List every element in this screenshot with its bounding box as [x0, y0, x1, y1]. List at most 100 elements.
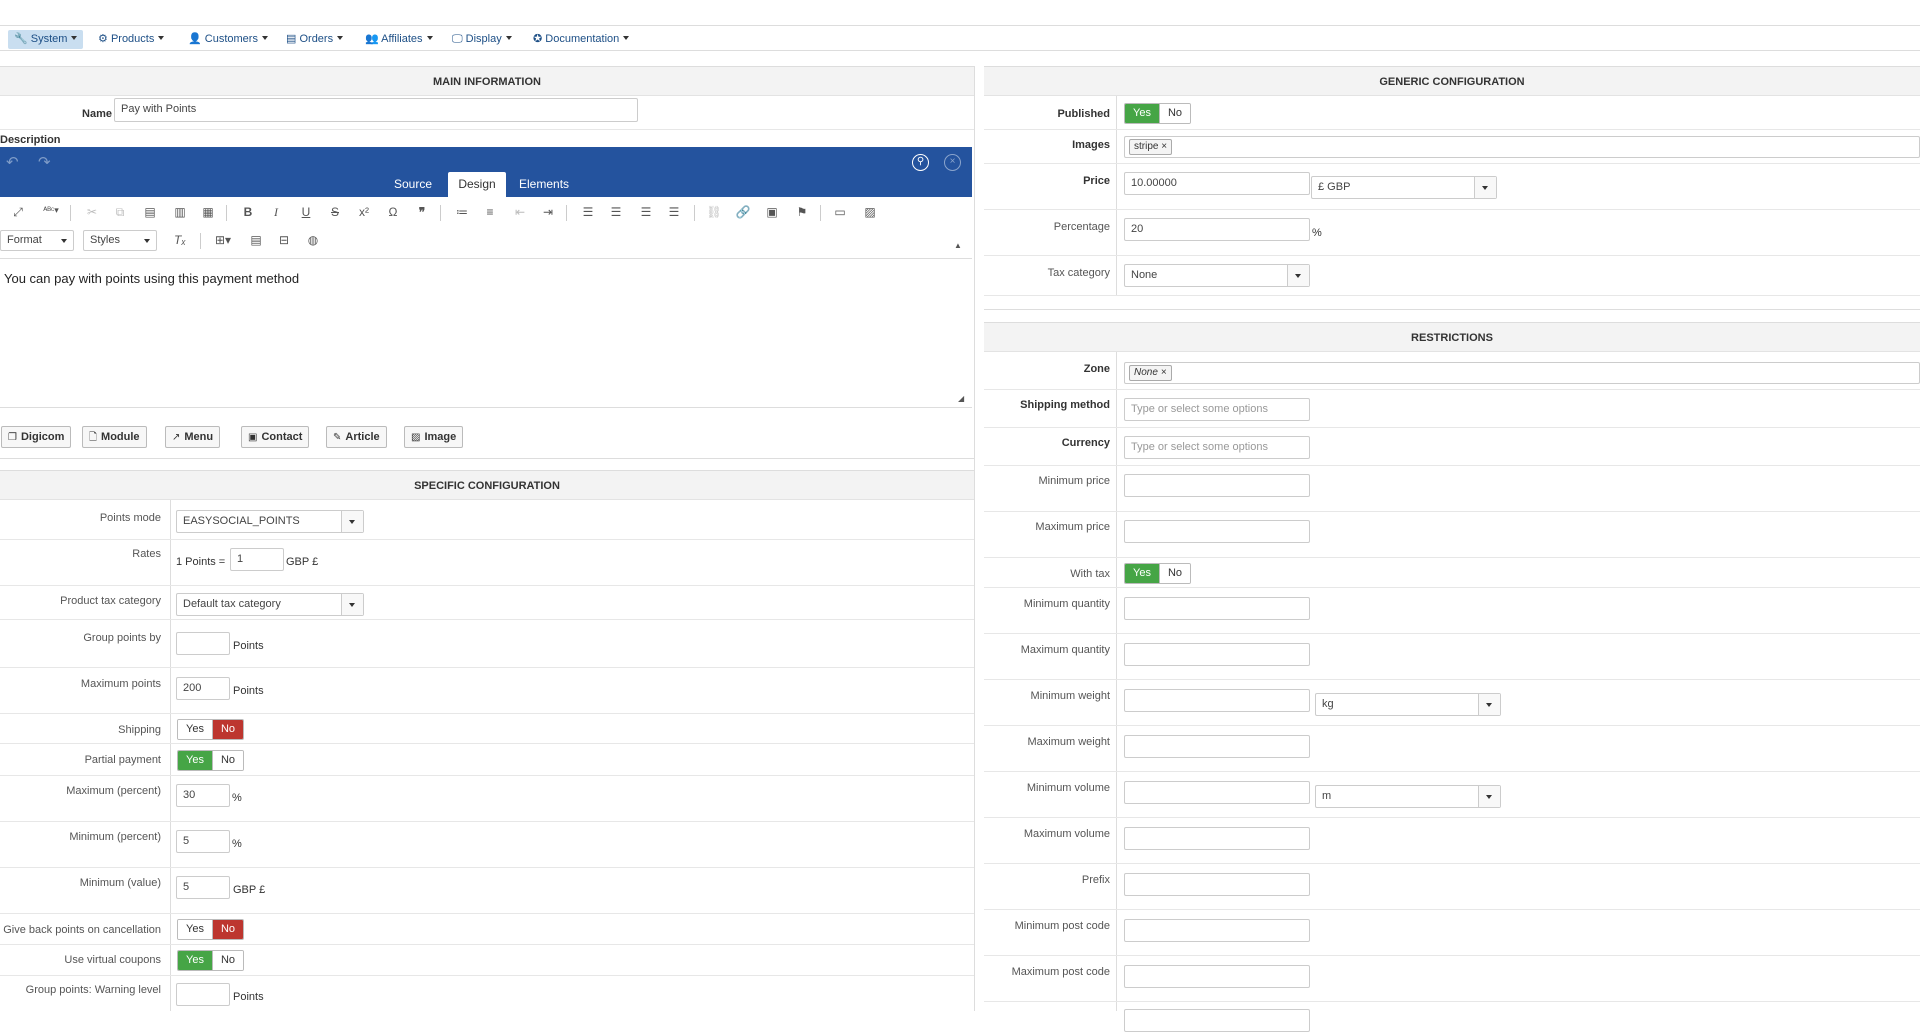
paste-text-icon[interactable]: ▥: [172, 205, 188, 219]
editor-content[interactable]: You can pay with points using this payme…: [0, 260, 972, 408]
superscript-icon[interactable]: x²: [356, 205, 372, 219]
paste-icon[interactable]: ▤: [142, 205, 158, 219]
fullscreen-icon[interactable]: ⤢: [10, 205, 26, 220]
give-back-no[interactable]: No: [211, 920, 244, 939]
media-icon[interactable]: ▭: [832, 205, 848, 219]
shipping-no[interactable]: No: [211, 720, 244, 739]
zone-input[interactable]: [1124, 362, 1920, 384]
horizontal-rule-icon[interactable]: ▤: [248, 233, 264, 247]
format-dropdown[interactable]: Format: [0, 230, 74, 251]
bold-icon[interactable]: B: [240, 205, 256, 219]
price-input[interactable]: 10.00000: [1124, 172, 1310, 195]
align-left-icon[interactable]: ☰: [580, 205, 596, 219]
ordered-list-icon[interactable]: ≔: [454, 205, 470, 219]
with-tax-toggle[interactable]: Yes No: [1124, 563, 1192, 584]
menu-system[interactable]: 🔧 System: [8, 30, 84, 49]
special-char-icon[interactable]: Ω: [385, 205, 401, 219]
picture-icon[interactable]: ▨: [862, 205, 878, 219]
warning-level-input[interactable]: [176, 983, 230, 1006]
product-tax-select[interactable]: Default tax category: [176, 593, 364, 616]
undo-icon[interactable]: ↶: [6, 153, 19, 171]
partial-no[interactable]: No: [211, 751, 244, 770]
points-mode-select[interactable]: EASYSOCIAL_POINTS: [176, 510, 364, 533]
images-input[interactable]: [1124, 136, 1920, 158]
unlink-icon[interactable]: ⛓: [706, 205, 722, 219]
partial-payment-toggle[interactable]: Yes No: [177, 750, 245, 771]
min-quantity-input[interactable]: [1124, 597, 1310, 620]
tab-source[interactable]: Source: [394, 177, 432, 191]
min-volume-input[interactable]: [1124, 781, 1310, 804]
collapse-icon[interactable]: ▲: [954, 241, 962, 250]
contact-button[interactable]: ▣ Contact: [241, 426, 310, 448]
max-post-code-input[interactable]: [1124, 965, 1310, 988]
clear-format-icon[interactable]: Tₓ: [172, 233, 188, 247]
min-value-input[interactable]: 5: [176, 876, 230, 899]
underline-icon[interactable]: U: [298, 205, 314, 219]
remove-zone-tag-icon[interactable]: ×: [1161, 367, 1167, 378]
cut-icon[interactable]: ✂: [84, 205, 100, 219]
italic-icon[interactable]: I: [268, 205, 284, 220]
copy-icon[interactable]: ⧉: [112, 205, 128, 220]
min-weight-input[interactable]: [1124, 689, 1310, 712]
max-weight-input[interactable]: [1124, 735, 1310, 758]
virtual-coupons-no[interactable]: No: [211, 951, 244, 970]
blockquote-icon[interactable]: ❞: [414, 205, 430, 219]
percentage-input[interactable]: 20: [1124, 218, 1310, 241]
max-volume-input[interactable]: [1124, 827, 1310, 850]
align-center-icon[interactable]: ☰: [608, 205, 624, 219]
table-icon[interactable]: ⊞▾: [212, 233, 234, 247]
shipping-toggle[interactable]: Yes No: [177, 719, 245, 740]
menu-orders[interactable]: ▤ Orders: [280, 30, 349, 49]
indent-icon[interactable]: ⇥: [540, 205, 556, 219]
styles-dropdown[interactable]: Styles: [83, 230, 157, 251]
weight-unit-select[interactable]: kg: [1315, 693, 1501, 716]
group-points-input[interactable]: [176, 632, 230, 655]
min-percent-input[interactable]: 5: [176, 830, 230, 853]
search-icon[interactable]: ⚲: [912, 154, 929, 171]
min-post-code-input[interactable]: [1124, 919, 1310, 942]
name-input[interactable]: Pay with Points: [114, 98, 638, 122]
justify-icon[interactable]: ☰: [666, 205, 682, 219]
with-tax-no[interactable]: No: [1158, 564, 1191, 583]
with-tax-yes[interactable]: Yes: [1125, 564, 1159, 583]
partial-yes[interactable]: Yes: [178, 751, 212, 770]
resize-handle-icon[interactable]: ◢: [958, 394, 964, 403]
remove-tag-icon[interactable]: ×: [1161, 141, 1167, 152]
menu-affiliates[interactable]: 👥 Affiliates: [359, 30, 439, 49]
menu-documentation[interactable]: ✪ Documentation: [527, 30, 635, 49]
currency-select[interactable]: £ GBP: [1311, 176, 1497, 199]
max-quantity-input[interactable]: [1124, 643, 1310, 666]
menu-customers[interactable]: 👤 Customers: [182, 30, 274, 49]
menu-display[interactable]: 🖵 Display: [446, 30, 518, 49]
bullet-list-icon[interactable]: ≡: [482, 205, 498, 219]
published-yes[interactable]: Yes: [1125, 104, 1159, 123]
menu-button[interactable]: ↗ Menu: [165, 426, 221, 448]
shipping-method-input[interactable]: Type or select some options: [1124, 398, 1310, 421]
next-field-input[interactable]: [1124, 1009, 1310, 1032]
currency-input[interactable]: Type or select some options: [1124, 436, 1310, 459]
pagebreak-icon[interactable]: ⊟: [276, 233, 292, 247]
tab-design[interactable]: Design: [448, 172, 506, 197]
align-right-icon[interactable]: ☰: [638, 205, 654, 219]
outdent-icon[interactable]: ⇤: [512, 205, 528, 219]
strikethrough-icon[interactable]: S: [327, 205, 343, 219]
published-toggle[interactable]: Yes No: [1124, 103, 1192, 124]
max-points-input[interactable]: 200: [176, 677, 230, 700]
min-price-input[interactable]: [1124, 474, 1310, 497]
globe-icon[interactable]: ◍: [305, 233, 321, 247]
anchor-flag-icon[interactable]: ⚑: [794, 205, 810, 219]
menu-products[interactable]: ⚙ Products: [92, 30, 170, 49]
published-no[interactable]: No: [1158, 104, 1191, 123]
tax-category-select[interactable]: None: [1124, 264, 1310, 287]
redo-icon[interactable]: ↷: [38, 153, 51, 171]
paste-word-icon[interactable]: ▦: [200, 205, 216, 219]
max-percent-input[interactable]: 30: [176, 784, 230, 807]
prefix-input[interactable]: [1124, 873, 1310, 896]
image-button[interactable]: ▨ Image: [404, 426, 464, 448]
give-back-yes[interactable]: Yes: [178, 920, 212, 939]
rates-input[interactable]: 1: [230, 548, 284, 571]
virtual-coupons-yes[interactable]: Yes: [178, 951, 212, 970]
module-button[interactable]: 🗋 Module: [82, 426, 147, 448]
image-insert-icon[interactable]: ▣: [764, 205, 780, 219]
close-icon[interactable]: ×: [944, 154, 961, 171]
